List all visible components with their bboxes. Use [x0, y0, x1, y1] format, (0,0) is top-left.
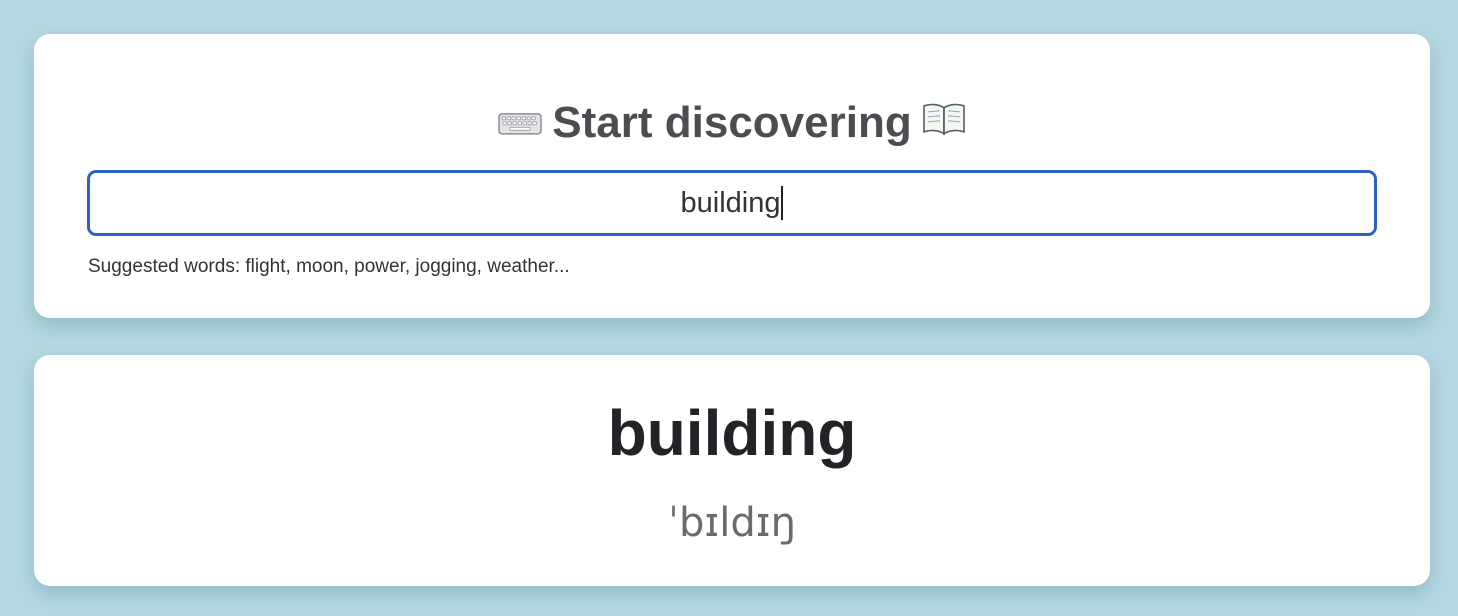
search-input-value: building [680, 186, 781, 219]
search-input[interactable]: building [87, 170, 1377, 236]
suggested-words: Suggested words: flight, moon, power, jo… [88, 256, 570, 277]
search-card: Start discovering building Suggested wor… [34, 34, 1430, 318]
open-book-icon [922, 97, 966, 147]
word-phonetic: ˈbɪldɪŋ [668, 500, 796, 546]
word-heading: building [607, 397, 857, 469]
text-caret [781, 186, 784, 220]
result-card: building ˈbɪldɪŋ [34, 355, 1430, 586]
keyboard-icon [498, 97, 543, 147]
search-title-text: Start discovering [552, 97, 912, 147]
search-title: Start discovering [34, 98, 1430, 150]
